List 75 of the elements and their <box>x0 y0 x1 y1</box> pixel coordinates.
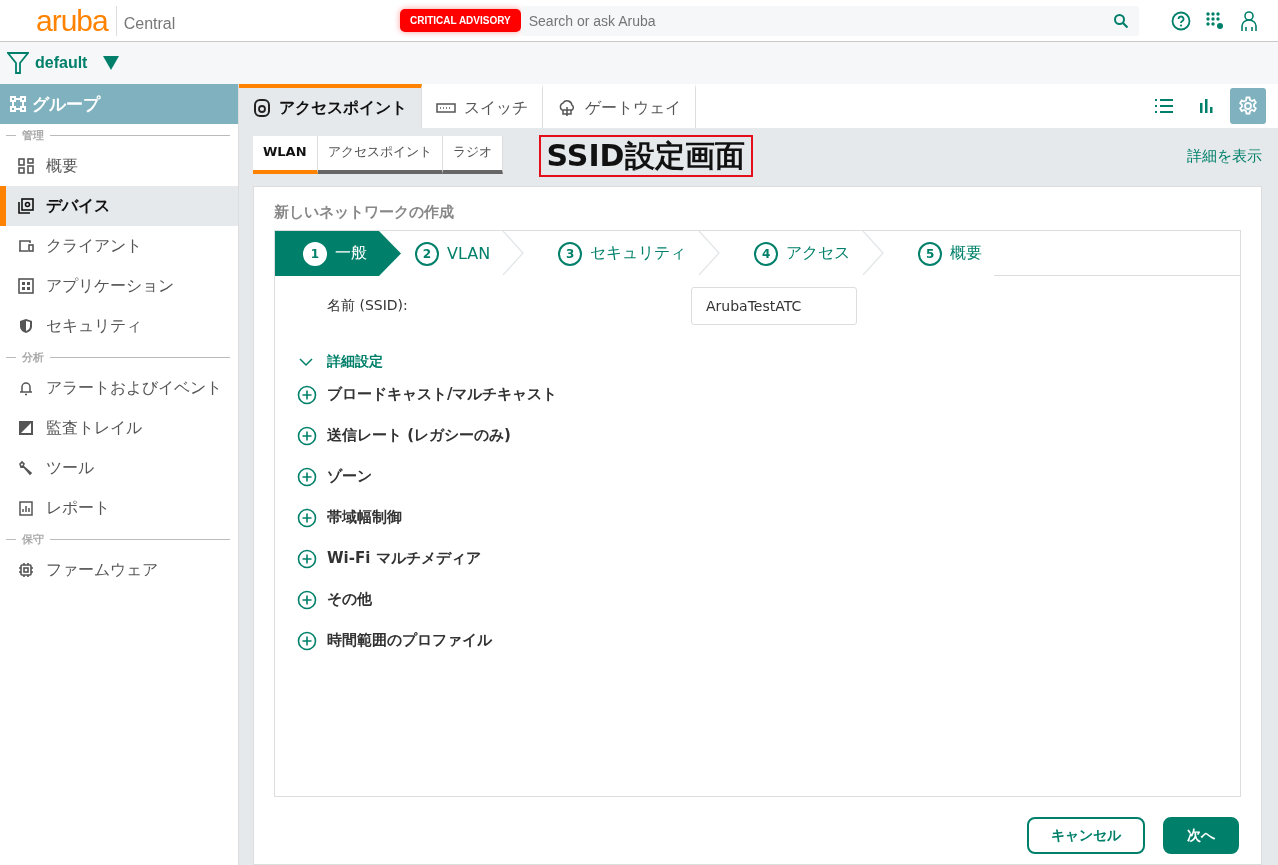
section-label: 管理 <box>22 127 44 143</box>
cancel-button[interactable]: キャンセル <box>1027 817 1145 854</box>
sidebar-item[interactable]: ツール <box>0 448 238 488</box>
group-filter[interactable]: default <box>35 54 88 72</box>
overview-icon <box>18 158 34 174</box>
annotation-label: SSID設定画面 <box>538 135 753 177</box>
sidebar-item[interactable]: アプリケーション <box>0 266 238 306</box>
next-button[interactable]: 次へ <box>1163 817 1239 854</box>
wizard-step[interactable]: 5 概要 <box>904 231 995 276</box>
chevron-icon <box>299 357 313 367</box>
group-icon <box>10 96 26 112</box>
clients-icon <box>18 238 34 254</box>
tools-icon <box>18 460 34 476</box>
security-icon <box>18 318 34 334</box>
list-icon <box>1155 99 1173 113</box>
filter-icon[interactable] <box>7 51 29 75</box>
wizard-step[interactable]: 2 VLAN <box>401 231 503 276</box>
sidebar-item[interactable]: ファームウェア <box>0 550 238 590</box>
logo: aruba <box>36 5 117 36</box>
caret-icon[interactable] <box>103 56 120 70</box>
device-tab[interactable]: アクセスポイント <box>239 84 422 128</box>
reports-icon <box>18 500 34 516</box>
plus-circle-icon <box>297 425 317 446</box>
sub-tab[interactable]: WLAN <box>253 136 318 174</box>
plus-circle-icon <box>297 630 317 651</box>
sub-tab[interactable]: ラジオ <box>442 136 503 174</box>
sidebar-item[interactable]: 概要 <box>0 146 238 186</box>
wizard-step[interactable]: 4 アクセス <box>740 231 863 276</box>
switch-icon <box>436 103 456 113</box>
cloud-icon <box>557 99 577 117</box>
settings-section[interactable]: 送信レート (レガシーのみ) <box>297 415 1240 456</box>
settings-section[interactable]: ブロードキャスト/マルチキャスト <box>297 374 1240 415</box>
section-label: 保守 <box>22 531 44 547</box>
sidebar-item[interactable]: セキュリティ <box>0 306 238 346</box>
wizard-title: 新しいネットワークの作成 <box>274 203 455 222</box>
wizard-step[interactable]: 1 一般 <box>275 231 401 276</box>
sidebar-item[interactable]: アラートおよびイベント <box>0 368 238 408</box>
search-icon <box>1112 12 1129 29</box>
apps-icon <box>18 278 34 294</box>
settings-section[interactable]: その他 <box>297 579 1240 620</box>
settings-section[interactable]: ゾーン <box>297 456 1240 497</box>
plus-circle-icon <box>297 589 317 610</box>
settings-icon <box>1238 96 1258 116</box>
bar-chart-icon <box>1199 99 1213 113</box>
settings-section[interactable]: 帯域幅制御 <box>297 497 1240 538</box>
advanced-settings-toggle[interactable]: 詳細設定 <box>297 350 1240 374</box>
settings-section[interactable]: Wi-Fi マルチメディア <box>297 538 1240 579</box>
product-name: Central <box>122 13 176 33</box>
user-icon[interactable] <box>1238 9 1259 32</box>
firmware-icon <box>18 562 34 578</box>
alerts-icon <box>18 380 34 396</box>
details-link[interactable]: 詳細を表示 <box>1187 146 1262 166</box>
plus-circle-icon <box>297 548 317 569</box>
advisory-badge[interactable]: CRITICAL ADVISORY <box>400 9 521 32</box>
sidebar-title: グループ <box>32 92 100 116</box>
audit-icon <box>18 420 34 436</box>
plus-circle-icon <box>297 466 317 487</box>
settings-section[interactable]: 時間範囲のプロファイル <box>297 620 1240 661</box>
section-label: 分析 <box>22 349 44 365</box>
apps-grid-icon[interactable] <box>1204 10 1225 31</box>
ssid-input-field[interactable]: ArubaTestATC <box>691 287 857 325</box>
access-point-icon <box>253 99 271 117</box>
wizard-step[interactable]: 3 セキュリティ <box>544 231 699 276</box>
search-input-field[interactable]: Search or ask Aruba <box>526 11 1113 30</box>
devices-icon <box>18 198 34 214</box>
sub-tab[interactable]: アクセスポイント <box>317 136 443 174</box>
plus-circle-icon <box>297 507 317 528</box>
search-bar[interactable]: Search or ask Aruba <box>520 5 1139 36</box>
help-icon[interactable] <box>1170 10 1191 31</box>
sidebar-item[interactable]: デバイス <box>0 186 238 226</box>
sidebar-item[interactable]: 監査トレイル <box>0 408 238 448</box>
sidebar-item[interactable]: クライアント <box>0 226 238 266</box>
sidebar-item[interactable]: レポート <box>0 488 238 528</box>
plus-circle-icon <box>297 384 317 405</box>
name-label: 名前 (SSID): <box>326 297 409 315</box>
